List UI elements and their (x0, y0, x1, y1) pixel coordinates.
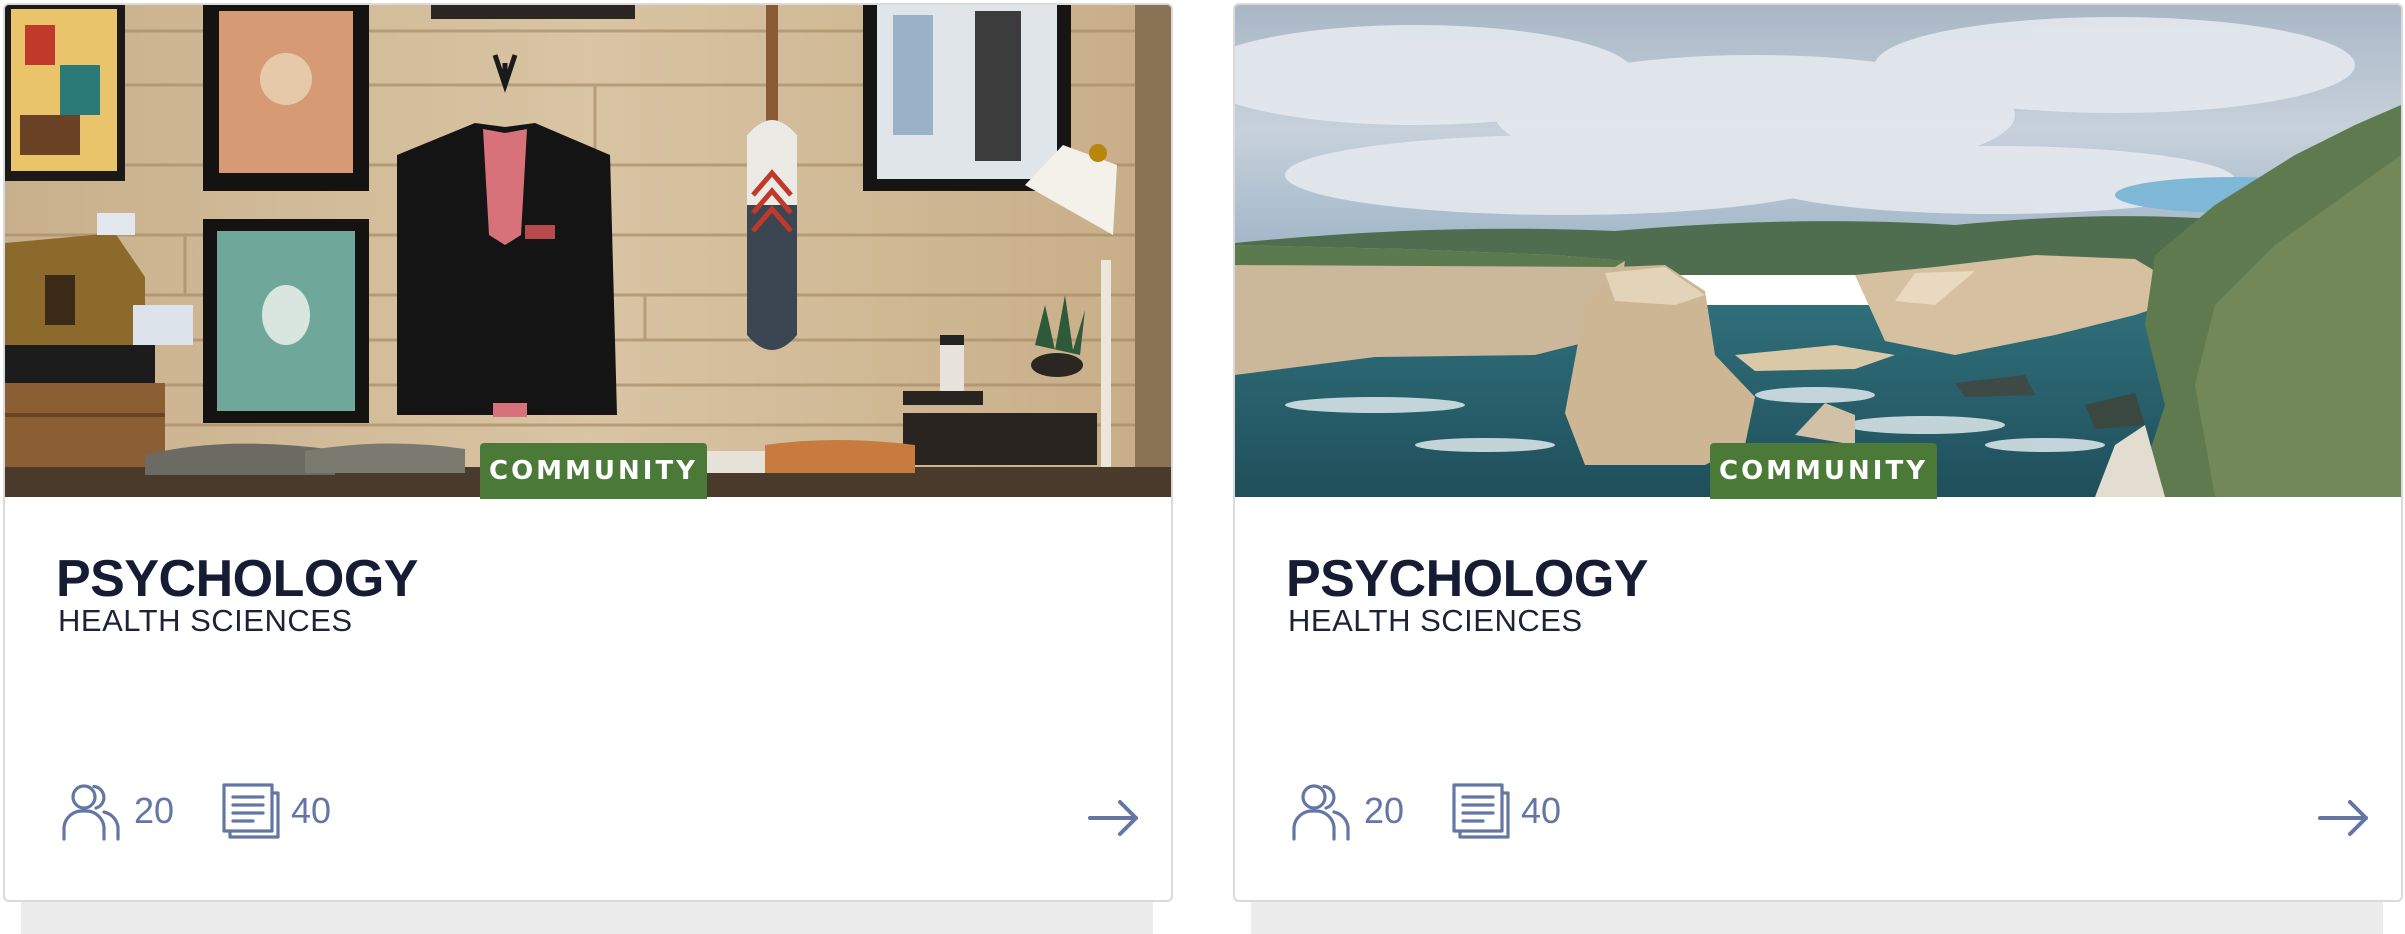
members-count: 20 (134, 790, 175, 831)
card-shadow (21, 898, 1153, 934)
card-body[interactable]: COMMUNITY PSYCHOLOGY HEALTH SCIENCES 20 (3, 3, 1173, 902)
course-title[interactable]: PSYCHOLOGY (1286, 551, 1648, 607)
course-subtitle: HEALTH SCIENCES (58, 603, 353, 638)
members-stat: 20 (1290, 781, 1404, 841)
card-body[interactable]: COMMUNITY PSYCHOLOGY HEALTH SCIENCES 20 (1233, 3, 2403, 902)
course-title[interactable]: PSYCHOLOGY (56, 551, 418, 607)
posts-stat: 40 (221, 781, 331, 841)
posts-count: 40 (1521, 790, 1562, 831)
course-card[interactable]: COMMUNITY PSYCHOLOGY HEALTH SCIENCES 20 (3, 3, 1173, 934)
course-card[interactable]: COMMUNITY PSYCHOLOGY HEALTH SCIENCES 20 (1233, 3, 2403, 934)
users-icon (60, 781, 124, 841)
card-hero-image (5, 5, 1171, 497)
arrow-right-icon[interactable] (2316, 798, 2372, 838)
posts-count: 40 (291, 790, 332, 831)
community-badge: COMMUNITY (480, 443, 708, 499)
card-shadow (1251, 898, 2383, 934)
arrow-right-icon[interactable] (1086, 798, 1142, 838)
document-icon (1451, 781, 1511, 841)
document-icon (221, 781, 281, 841)
members-stat: 20 (60, 781, 174, 841)
course-subtitle: HEALTH SCIENCES (1288, 603, 1583, 638)
community-badge: COMMUNITY (1710, 443, 1938, 499)
posts-stat: 40 (1451, 781, 1561, 841)
members-count: 20 (1364, 790, 1405, 831)
card-hero-image (1235, 5, 2401, 497)
users-icon (1290, 781, 1354, 841)
